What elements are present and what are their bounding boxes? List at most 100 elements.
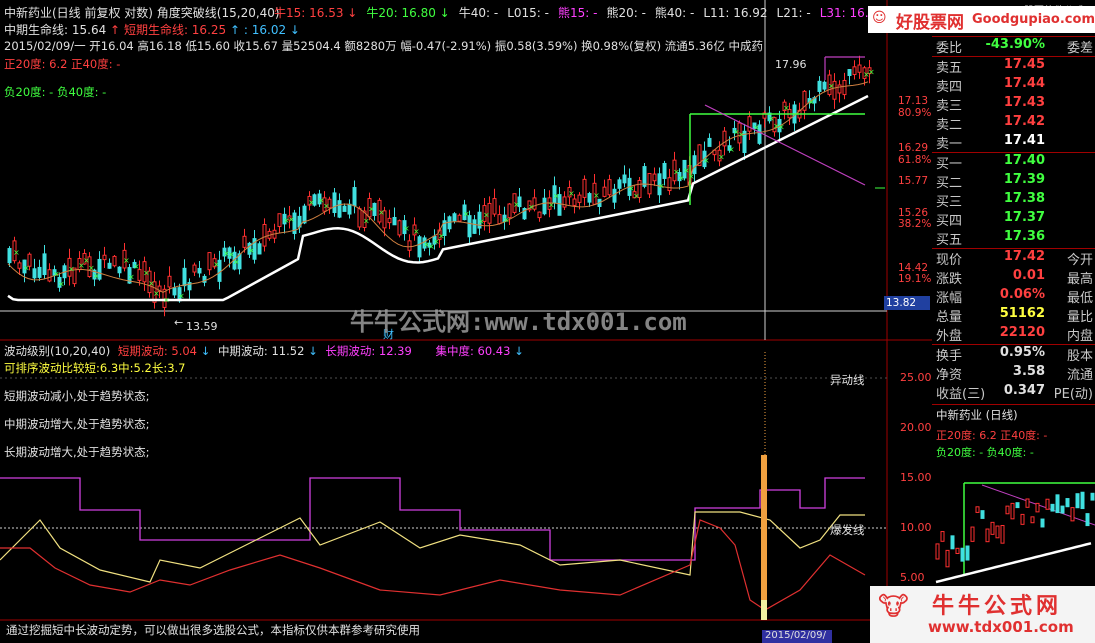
mini-candle: [995, 525, 1000, 539]
candle-body: [647, 173, 652, 195]
stat-value: 0.01: [1012, 268, 1045, 283]
buy-row[interactable]: 买四 17.37: [932, 210, 1095, 229]
candle-body: [352, 187, 357, 207]
cross-marker: ×: [213, 260, 220, 269]
buy-row[interactable]: 买一 17.40: [932, 153, 1095, 172]
sell-label: 卖三: [936, 99, 963, 114]
candle-body: [392, 216, 397, 226]
candle-body: [347, 203, 352, 215]
mini-candle: [980, 510, 985, 519]
sell-label: 卖四: [936, 80, 963, 95]
sell-row[interactable]: 卖二 17.42: [932, 114, 1095, 133]
mini-candle: [990, 521, 995, 535]
candle-body: [837, 84, 842, 94]
sell-row[interactable]: 卖五 17.45: [932, 57, 1095, 76]
candle-body: [857, 64, 862, 73]
stat2-row[interactable]: 换手 0.95% 股本: [932, 345, 1095, 364]
footer-note: 通过挖掘短中长波动定势，可以做出很多选股公式，本指标仅供本群参考研究使用: [6, 623, 420, 637]
chart-title: 中新药业(日线 前复权 对数) 角度突破线(15,20,40): [4, 4, 280, 21]
cross-marker: ×: [688, 172, 695, 181]
buy-value: 17.37: [1003, 210, 1045, 225]
mini-candle: [945, 549, 950, 568]
bar-info: 2015/02/09/一 开16.04 高16.18 低15.60 收15.67…: [4, 39, 764, 53]
mini-candle: [1060, 505, 1065, 514]
cross-marker: ×: [323, 202, 330, 211]
mini-candle: [985, 528, 990, 543]
candle-body: [137, 269, 142, 281]
stat-label2: 内盘: [1066, 329, 1093, 344]
sell-row[interactable]: 卖一 17.41: [932, 133, 1095, 152]
cross-marker: ×: [153, 289, 160, 298]
candle-body: [417, 236, 422, 258]
cross-marker: ×: [778, 123, 785, 132]
sell-row[interactable]: 卖三 17.43: [932, 95, 1095, 114]
candle-body: [242, 235, 247, 248]
buy-row[interactable]: 买五 17.36: [932, 229, 1095, 248]
cow-icon: 🐮: [878, 592, 909, 622]
concentration-value: 60.43: [477, 344, 511, 358]
cross-marker: ×: [93, 272, 100, 281]
candle-body: [572, 198, 577, 206]
cross-marker: ×: [133, 262, 140, 271]
stat2-row[interactable]: 净资 3.58 流通: [932, 364, 1095, 383]
candle-body: [192, 264, 197, 273]
mini-candle: [1030, 516, 1035, 524]
site-logo[interactable]: 好股票网 Goodgupiao.com ☺: [868, 6, 1095, 33]
vol-title: 波动级别(10,20,40): [4, 344, 111, 358]
candle-body: [582, 178, 587, 198]
mini-candle: [1040, 518, 1045, 528]
candle-body: [42, 253, 47, 276]
mini-candle: [1025, 498, 1030, 508]
cross-marker: ×: [163, 295, 170, 304]
logo-icon: ☺: [872, 10, 887, 26]
mini-candle: [1050, 503, 1055, 512]
stat-row[interactable]: 外盘 22120 内盘: [932, 325, 1095, 344]
candle-body: [37, 266, 42, 278]
buy-row[interactable]: 买二 17.39: [932, 172, 1095, 191]
vol-axis-tick: 25.00: [900, 371, 932, 384]
sell-row[interactable]: 卖四 17.44: [932, 76, 1095, 95]
mini-candle: [935, 543, 940, 560]
stat2-label: 收益(三): [936, 387, 986, 402]
candle-body: [107, 262, 112, 269]
buy-row[interactable]: 买三 17.38: [932, 191, 1095, 210]
candle-body: [617, 179, 622, 189]
candle-body: [112, 255, 117, 267]
cross-markers: ××××× ××××××××××× ××××××××× ×××× ×× ×××××××××…: [13, 68, 875, 305]
candle-body: [17, 262, 22, 269]
buy-label: 买五: [936, 233, 963, 248]
cross-marker: ×: [728, 145, 735, 154]
mini-candle: [1020, 513, 1025, 525]
stat-row[interactable]: 涨幅 0.06% 最低: [932, 287, 1095, 306]
candle-body: [407, 240, 412, 251]
mini-candle: [1000, 524, 1005, 544]
vol-axis-tick: 5.00: [900, 571, 925, 584]
stat-row[interactable]: 涨跌 0.01 最高: [932, 268, 1095, 287]
ma-item: L11: 16.92: [703, 6, 768, 20]
concentration-label: 集中度:: [435, 344, 474, 358]
candle-body: [817, 80, 822, 92]
status-mid: 中期波动增大,处于趋势状态;: [4, 417, 150, 431]
stat2-label2: 股本: [1066, 349, 1093, 364]
cross-marker: ×: [233, 258, 240, 267]
candle-body: [117, 266, 122, 274]
weibi-row: 委比 -43.90% 委差: [936, 37, 1093, 56]
buy-label: 买一: [936, 157, 963, 172]
stat2-row[interactable]: 收益(三) 0.347 PE(动): [932, 383, 1095, 402]
bottom-logo[interactable]: 🐮 牛牛公式网 www.tdx001.com: [870, 586, 1095, 643]
stat-label: 外盘: [936, 329, 963, 344]
ma-item: L015: -: [507, 6, 549, 20]
long-vol-label: 长期波动:: [325, 344, 376, 358]
cross-marker: ×: [308, 198, 315, 207]
buy-label: 买三: [936, 195, 963, 210]
highlight-bar: [761, 455, 767, 620]
burst-line-label: 爆发线: [830, 523, 865, 537]
vol-axis-tick: 15.00: [900, 471, 932, 484]
stat-row[interactable]: 现价 17.42 今开: [932, 249, 1095, 268]
stat2-label2: 流通: [1066, 368, 1093, 383]
ma-item: 熊15: -: [557, 6, 598, 20]
stat-value: 17.42: [1003, 249, 1045, 264]
candle-body: [397, 220, 402, 236]
stat-row[interactable]: 总量 51162 量比: [932, 306, 1095, 325]
price-axis-label: 17.13: [898, 95, 929, 107]
